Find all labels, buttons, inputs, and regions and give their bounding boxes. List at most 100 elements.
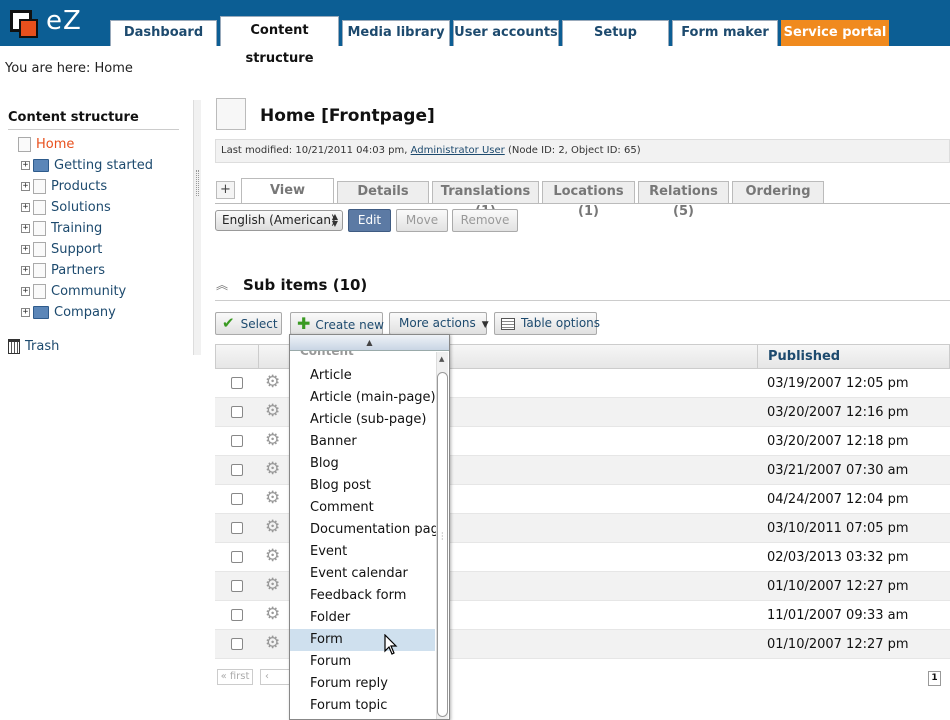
tab-view[interactable]: View <box>241 178 334 204</box>
row-checkbox[interactable] <box>231 435 243 447</box>
scrollbar-thumb[interactable] <box>437 372 448 717</box>
menu-item-article-main-page[interactable]: Article (main-page) <box>290 387 436 409</box>
menu-item-forum-topic[interactable]: Forum topic <box>290 695 435 717</box>
column-header-published[interactable]: Published <box>768 349 840 364</box>
expand-icon[interactable]: + <box>21 224 30 233</box>
create-new-menu[interactable]: Content ▲ Article Article (main-page) Ar… <box>289 334 450 720</box>
tab-form-maker[interactable]: Form maker <box>672 20 778 46</box>
trash-link[interactable]: Trash <box>8 339 59 354</box>
expand-icon[interactable]: + <box>21 287 30 296</box>
row-checkbox[interactable] <box>231 609 243 621</box>
expand-icon[interactable]: + <box>21 308 30 317</box>
trash-label: Trash <box>25 339 60 354</box>
subitems-divider <box>215 300 950 301</box>
menu-item-forum[interactable]: Forum <box>290 651 435 673</box>
tree-item-solutions[interactable]: + Solutions <box>21 199 111 219</box>
tab-ordering[interactable]: Ordering <box>732 181 824 203</box>
tree-item-company[interactable]: + Company <box>21 304 116 324</box>
edit-button[interactable]: Edit <box>348 209 391 232</box>
tree-item-training[interactable]: + Training <box>21 220 102 240</box>
gear-icon[interactable]: ⚙ <box>265 430 280 450</box>
tab-media-library[interactable]: Media library <box>342 20 450 46</box>
move-button[interactable]: Move <box>396 209 448 232</box>
more-actions-label: More actions <box>399 316 476 330</box>
tree-item-community[interactable]: + Community <box>21 283 126 303</box>
menu-item-event[interactable]: Event <box>290 541 435 563</box>
tree-item-label: Company <box>54 305 116 320</box>
gear-icon[interactable]: ⚙ <box>265 459 280 479</box>
tab-user-accounts[interactable]: User accounts <box>453 20 559 46</box>
menu-item-article-sub-page[interactable]: Article (sub-page) <box>290 409 435 431</box>
expand-icon[interactable]: + <box>21 245 30 254</box>
remove-button[interactable]: Remove <box>452 209 518 232</box>
menu-item-blog[interactable]: Blog <box>290 453 435 475</box>
expand-icon[interactable]: + <box>21 161 30 170</box>
language-select[interactable]: English (American) ▲ ▼ <box>215 210 343 231</box>
sidebar-divider <box>8 129 179 130</box>
row-checkbox[interactable] <box>231 464 243 476</box>
tree-item-getting-started[interactable]: + Getting started <box>21 157 153 177</box>
tree-item-home[interactable]: Home <box>18 136 74 156</box>
table-options-label: Table options <box>521 316 601 330</box>
published-date: 03/19/2007 12:05 pm <box>767 376 909 391</box>
author-link[interactable]: Administrator User <box>411 145 505 156</box>
gear-icon[interactable]: ⚙ <box>265 372 280 392</box>
menu-item-comment[interactable]: Comment <box>290 497 435 519</box>
tab-content-structure[interactable]: Content structure <box>220 16 339 66</box>
scroll-up-arrow-icon[interactable]: ▲ <box>439 355 444 363</box>
tab-details[interactable]: Details <box>337 181 429 203</box>
create-new-button[interactable]: ✚ Create new <box>290 312 384 335</box>
select-button[interactable]: ✔ Select <box>215 312 282 335</box>
tab-relations[interactable]: Relations (5) <box>638 181 729 219</box>
tree-item-support[interactable]: + Support <box>21 241 102 261</box>
menu-item-article[interactable]: Article <box>290 365 435 387</box>
gear-icon[interactable]: ⚙ <box>265 633 280 653</box>
menu-item-documentation-page[interactable]: Documentation page <box>290 519 447 541</box>
pagination-first[interactable]: « first <box>217 669 253 685</box>
menu-scroll-up[interactable]: ▲ <box>290 335 449 351</box>
menu-item-folder[interactable]: Folder <box>290 607 435 629</box>
published-date: 03/20/2007 12:16 pm <box>767 405 909 420</box>
tree-item-partners[interactable]: + Partners <box>21 262 105 282</box>
more-actions-button[interactable]: More actions ▼ <box>389 312 489 335</box>
gear-icon[interactable]: ⚙ <box>265 604 280 624</box>
node-ids: (Node ID: 2, Object ID: 65) <box>507 145 641 156</box>
expand-icon[interactable]: + <box>21 266 30 275</box>
gear-icon[interactable]: ⚙ <box>265 401 280 421</box>
gear-icon[interactable]: ⚙ <box>265 488 280 508</box>
menu-item-form[interactable]: Form <box>290 629 435 651</box>
menu-item-banner[interactable]: Banner <box>290 431 435 453</box>
collapse-chevron-icon[interactable]: ︽ <box>216 276 228 293</box>
expand-icon[interactable]: + <box>21 182 30 191</box>
tab-locations[interactable]: Locations (1) <box>542 181 635 219</box>
table-options-button[interactable]: Table options <box>494 312 601 335</box>
tab-translations[interactable]: Translations (1) <box>432 181 539 219</box>
row-checkbox[interactable] <box>231 580 243 592</box>
expand-icon[interactable]: + <box>21 203 30 212</box>
row-checkbox[interactable] <box>231 493 243 505</box>
tab-setup[interactable]: Setup <box>562 20 669 46</box>
menu-item-feedback-form[interactable]: Feedback form <box>290 585 435 607</box>
page-icon <box>33 200 46 215</box>
row-checkbox[interactable] <box>231 377 243 389</box>
menu-scrollbar[interactable]: ▲ · · · <box>436 352 448 719</box>
ez-logo-icon[interactable] <box>10 10 40 38</box>
sidebar-resize-handle[interactable] <box>193 100 201 355</box>
published-date: 03/10/2011 07:05 pm <box>767 521 909 536</box>
create-new-label: Create new <box>315 318 384 332</box>
add-tab-button[interactable]: + <box>216 181 235 199</box>
row-checkbox[interactable] <box>231 638 243 650</box>
tab-dashboard[interactable]: Dashboard <box>110 20 217 46</box>
gear-icon[interactable]: ⚙ <box>265 546 280 566</box>
menu-item-blog-post[interactable]: Blog post <box>290 475 435 497</box>
pagination-page-1[interactable]: 1 <box>928 671 941 686</box>
row-checkbox[interactable] <box>231 551 243 563</box>
gear-icon[interactable]: ⚙ <box>265 575 280 595</box>
tree-item-products[interactable]: + Products <box>21 178 107 198</box>
menu-item-forum-reply[interactable]: Forum reply <box>290 673 435 695</box>
menu-item-event-calendar[interactable]: Event calendar <box>290 563 435 585</box>
gear-icon[interactable]: ⚙ <box>265 517 280 537</box>
tab-service-portal[interactable]: Service portal <box>781 20 889 46</box>
row-checkbox[interactable] <box>231 522 243 534</box>
row-checkbox[interactable] <box>231 406 243 418</box>
